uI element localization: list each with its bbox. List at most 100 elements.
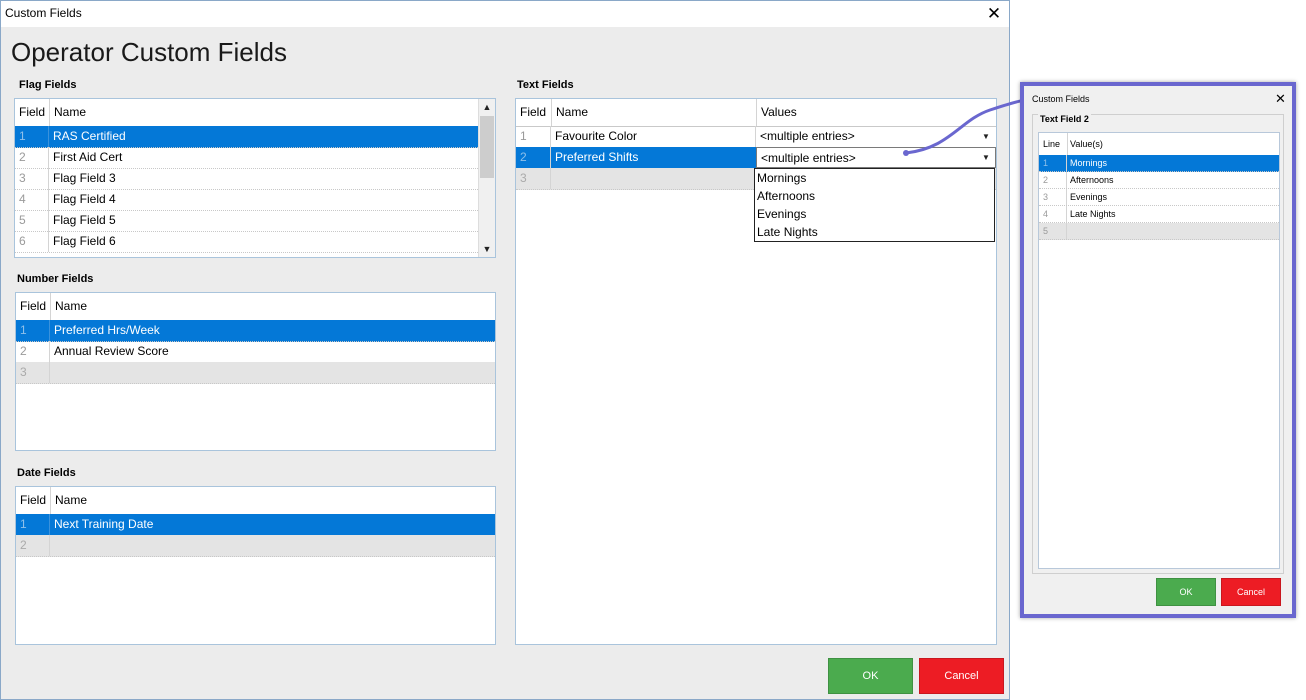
row-name[interactable]: RAS Certified <box>49 126 126 147</box>
arrow-down-icon[interactable]: ▼ <box>479 241 495 257</box>
row-value[interactable]: Evenings <box>1067 189 1107 205</box>
title-bar: Custom Fields ✕ <box>1 1 1009 27</box>
column-header-field[interactable]: Field <box>16 487 50 514</box>
column-header-field[interactable]: Field <box>15 99 49 126</box>
table-row[interactable]: 6 Flag Field 6 <box>15 231 478 253</box>
row-number: 6 <box>15 231 49 252</box>
values-grid: Line Value(s) 1 Mornings 2 Afternoons 3 Eve… <box>1038 132 1280 569</box>
row-name[interactable] <box>551 168 756 189</box>
row-number: 4 <box>1039 206 1067 222</box>
row-name[interactable] <box>50 535 54 556</box>
row-name[interactable] <box>50 362 54 383</box>
popup-title: Custom Fields <box>1032 94 1090 104</box>
table-row[interactable]: 1 Mornings <box>1039 155 1279 172</box>
grid-header: Field Name <box>15 99 495 127</box>
grid-header: Field Name <box>16 487 495 515</box>
row-name[interactable]: Flag Field 3 <box>49 168 116 189</box>
grid-header: Line Value(s) <box>1039 133 1279 156</box>
row-number: 1 <box>1039 155 1067 171</box>
row-name[interactable]: Flag Field 5 <box>49 210 116 231</box>
grid-header: Field Name <box>16 293 495 321</box>
flag-fields-label: Flag Fields <box>19 79 77 91</box>
table-row-new[interactable]: 2 <box>16 535 495 557</box>
row-number: 2 <box>15 147 49 168</box>
vertical-scrollbar[interactable]: ▲ ▼ <box>478 99 495 257</box>
row-number: 1 <box>15 126 49 147</box>
close-icon[interactable]: ✕ <box>1275 91 1286 107</box>
table-row[interactable]: 3 Flag Field 3 <box>15 168 478 190</box>
dropdown-option[interactable]: Evenings <box>757 205 806 223</box>
row-number: 1 <box>516 126 551 147</box>
column-header-values[interactable]: Value(s) <box>1070 139 1103 149</box>
row-value[interactable]: Late Nights <box>1067 206 1116 222</box>
arrow-up-icon[interactable]: ▲ <box>479 99 495 115</box>
table-row[interactable]: 1 Preferred Hrs/Week <box>16 320 495 342</box>
dropdown-option[interactable]: Late Nights <box>757 223 818 241</box>
row-number: 3 <box>1039 189 1067 205</box>
flag-fields-grid: Field Name 1 RAS Certified 2 First Aid Cer… <box>14 98 496 258</box>
table-row[interactable]: 3 Evenings <box>1039 189 1279 206</box>
row-number: 2 <box>516 147 551 168</box>
table-row[interactable]: 2 First Aid Cert <box>15 147 478 169</box>
table-row-new[interactable]: 5 <box>1039 223 1279 240</box>
row-value[interactable]: Afternoons <box>1067 172 1114 188</box>
values-dropdown-list: Mornings Afternoons Evenings Late Nights <box>754 168 995 242</box>
column-header-field[interactable]: Field <box>516 99 551 126</box>
scrollbar-thumb[interactable] <box>480 116 494 178</box>
table-row[interactable]: 2 Annual Review Score <box>16 341 495 363</box>
row-number: 2 <box>16 535 50 556</box>
row-number: 3 <box>516 168 551 189</box>
row-name[interactable]: First Aid Cert <box>49 147 122 168</box>
row-number: 5 <box>1039 223 1067 239</box>
column-header-name[interactable]: Name <box>49 99 479 126</box>
row-number: 1 <box>16 320 50 341</box>
dropdown-option[interactable]: Afternoons <box>757 187 815 205</box>
row-number: 3 <box>15 168 49 189</box>
window-title: Custom Fields <box>5 6 82 20</box>
number-fields-label: Number Fields <box>17 273 94 285</box>
row-value[interactable]: Mornings <box>1067 155 1107 171</box>
date-fields-grid: Field Name 1 Next Training Date 2 <box>15 486 496 645</box>
ok-button[interactable]: OK <box>828 658 913 694</box>
popup-cancel-button[interactable]: Cancel <box>1221 578 1281 606</box>
column-header-name[interactable]: Name <box>50 293 495 320</box>
table-row-new[interactable]: 3 <box>16 362 495 384</box>
column-header-name[interactable]: Name <box>50 487 495 514</box>
page-title: Operator Custom Fields <box>11 37 287 67</box>
row-name[interactable]: Favourite Color <box>551 126 756 147</box>
text-fields-label: Text Fields <box>517 79 574 91</box>
custom-fields-window: Custom Fields ✕ Operator Custom Fields F… <box>0 0 1010 700</box>
custom-fields-popup: Custom Fields ✕ Text Field 2 Line Value(… <box>1020 82 1296 618</box>
close-icon[interactable]: ✕ <box>983 3 1005 25</box>
dropdown-option[interactable]: Mornings <box>757 169 806 187</box>
table-row[interactable]: 4 Flag Field 4 <box>15 189 478 211</box>
row-number: 5 <box>15 210 49 231</box>
table-row[interactable]: 5 Flag Field 5 <box>15 210 478 232</box>
row-name[interactable]: Preferred Shifts <box>551 147 756 168</box>
column-header-field[interactable]: Field <box>16 293 50 320</box>
row-value[interactable] <box>1067 223 1070 239</box>
column-header-name[interactable]: Name <box>551 99 756 126</box>
cancel-button[interactable]: Cancel <box>919 658 1004 694</box>
row-number: 3 <box>16 362 50 383</box>
table-row[interactable]: 1 Next Training Date <box>16 514 495 536</box>
row-name[interactable]: Flag Field 4 <box>49 189 116 210</box>
group-label: Text Field 2 <box>1038 114 1091 124</box>
table-row[interactable]: 4 Late Nights <box>1039 206 1279 223</box>
popup-ok-button[interactable]: OK <box>1156 578 1216 606</box>
column-divider <box>1067 133 1068 155</box>
row-number: 2 <box>1039 172 1067 188</box>
number-fields-grid: Field Name 1 Preferred Hrs/Week 2 Annual R… <box>15 292 496 451</box>
table-row[interactable]: 2 Afternoons <box>1039 172 1279 189</box>
row-name[interactable]: Flag Field 6 <box>49 231 116 252</box>
row-number: 4 <box>15 189 49 210</box>
row-name[interactable]: Annual Review Score <box>50 341 169 362</box>
table-row[interactable]: 1 RAS Certified <box>15 126 478 148</box>
row-number: 1 <box>16 514 50 535</box>
callout-connector <box>903 98 1025 156</box>
row-name[interactable]: Preferred Hrs/Week <box>50 320 160 341</box>
date-fields-label: Date Fields <box>17 467 76 479</box>
row-number: 2 <box>16 341 50 362</box>
row-name[interactable]: Next Training Date <box>50 514 153 535</box>
column-header-line[interactable]: Line <box>1043 139 1060 149</box>
